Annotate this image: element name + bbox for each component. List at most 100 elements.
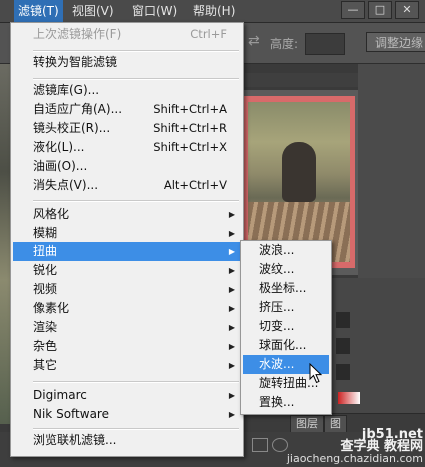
photo-image	[248, 102, 350, 262]
circle-icon[interactable]	[272, 438, 288, 452]
submenu-item-label: 波纹...	[259, 262, 295, 276]
submenu-arrow-icon: ▶	[228, 285, 235, 294]
menu-item-browse-online[interactable]: 浏览联机滤镜...	[13, 431, 241, 450]
window-controls: — □ ✕	[341, 1, 419, 19]
menu-item-other[interactable]: 其它 ▶	[13, 356, 241, 375]
menu-item-label: 浏览联机滤镜...	[33, 433, 117, 447]
watermark: jb51.net 查字典 教程网 jiaocheng.chazidian.com	[286, 428, 423, 465]
menu-item-liquify[interactable]: 液化(L)... Shift+Ctrl+X	[13, 138, 241, 157]
submenu-arrow-icon: ▶	[228, 266, 235, 275]
menu-separator	[33, 78, 239, 80]
submenu-item-ripple[interactable]: 波纹...	[243, 260, 329, 279]
menu-item-label: 自适应广角(A)...	[33, 102, 123, 116]
watermark-url: jiaocheng.chazidian.com	[286, 452, 423, 465]
submenu-item-shear[interactable]: 切变...	[243, 317, 329, 336]
menu-item-label: 扭曲	[33, 244, 58, 258]
menu-item-oil-paint[interactable]: 油画(O)...	[13, 157, 241, 176]
menu-item-label: 渲染	[33, 320, 58, 334]
submenu-arrow-icon: ▶	[228, 229, 235, 238]
menu-item-noise[interactable]: 杂色 ▶	[13, 337, 241, 356]
submenu-arrow-icon: ▶	[228, 410, 235, 419]
menu-item-label: 转换为智能滤镜	[33, 55, 118, 69]
menu-item-distort[interactable]: 扭曲 ▶	[13, 242, 241, 261]
menu-item-vanishing-point[interactable]: 消失点(V)... Alt+Ctrl+V	[13, 176, 241, 195]
menu-help[interactable]: 帮助(H)	[189, 0, 239, 22]
submenu-arrow-icon: ▶	[228, 304, 235, 313]
swap-icon[interactable]: ⇄	[248, 33, 260, 49]
menu-window[interactable]: 窗口(W)	[128, 0, 181, 22]
menu-item-label: 其它	[33, 358, 58, 372]
mouse-cursor-icon	[309, 363, 323, 384]
submenu-arrow-icon: ▶	[228, 361, 235, 370]
menu-bar: 滤镜(T) 视图(V) 窗口(W) 帮助(H) — □ ✕	[0, 0, 425, 23]
menu-item-label: Nik Software	[33, 407, 109, 421]
height-input[interactable]	[305, 33, 345, 55]
menu-item-label: 视频	[33, 282, 58, 296]
menu-item-label: 液化(L)...	[33, 140, 85, 154]
submenu-item-label: 置换...	[259, 395, 295, 409]
menu-item-shortcut: Alt+Ctrl+V	[163, 178, 227, 192]
minimize-button[interactable]: —	[341, 1, 365, 19]
menu-item-label: 消失点(V)...	[33, 178, 99, 192]
submenu-item-polar-coordinates[interactable]: 极坐标...	[243, 279, 329, 298]
submenu-arrow-icon: ▶	[228, 342, 235, 351]
menu-view[interactable]: 视图(V)	[68, 0, 118, 22]
menu-item-shortcut: Shift+Ctrl+R	[153, 121, 227, 135]
menu-item-label: Digimarc	[33, 388, 87, 402]
menu-item-render[interactable]: 渲染 ▶	[13, 318, 241, 337]
submenu-item-pinch[interactable]: 挤压...	[243, 298, 329, 317]
submenu-arrow-icon: ▶	[228, 391, 235, 400]
menu-item-label: 锐化	[33, 263, 58, 277]
submenu-item-label: 水波...	[259, 357, 295, 371]
menu-item-label: 镜头校正(R)...	[33, 121, 111, 135]
menu-separator	[33, 50, 239, 52]
menu-item-label: 油画(O)...	[33, 159, 88, 173]
menu-item-filter-gallery[interactable]: 滤镜库(G)...	[13, 81, 241, 100]
menu-item-last-filter[interactable]: 上次滤镜操作(F) Ctrl+F	[13, 25, 241, 44]
submenu-arrow-icon: ▶	[228, 210, 235, 219]
photo-person	[282, 142, 316, 202]
submenu-item-label: 切变...	[259, 319, 295, 333]
menu-item-label: 风格化	[33, 207, 70, 221]
submenu-item-spherize[interactable]: 球面化...	[243, 336, 329, 355]
submenu-item-label: 极坐标...	[259, 281, 307, 295]
height-label: 高度:	[270, 37, 299, 51]
filter-menu: 上次滤镜操作(F) Ctrl+F 转换为智能滤镜 滤镜库(G)... 自适应广角…	[10, 22, 244, 457]
menu-item-adaptive-wide-angle[interactable]: 自适应广角(A)... Shift+Ctrl+A	[13, 100, 241, 119]
menu-item-label: 上次滤镜操作(F)	[33, 27, 122, 41]
menu-item-pixelate[interactable]: 像素化 ▶	[13, 299, 241, 318]
menu-item-blur[interactable]: 模糊 ▶	[13, 224, 241, 243]
panel-input[interactable]	[336, 312, 350, 328]
distort-submenu: 波浪... 波纹... 极坐标... 挤压... 切变... 球面化... 水波…	[240, 240, 332, 415]
menu-item-label: 像素化	[33, 301, 70, 315]
menu-item-lens-correction[interactable]: 镜头校正(R)... Shift+Ctrl+R	[13, 119, 241, 138]
menu-filter[interactable]: 滤镜(T)	[14, 0, 63, 22]
panel-input[interactable]	[336, 364, 350, 380]
menu-item-convert-smart[interactable]: 转换为智能滤镜	[13, 53, 241, 72]
menu-item-stylize[interactable]: 风格化 ▶	[13, 205, 241, 224]
close-button[interactable]: ✕	[395, 1, 419, 19]
panel-input[interactable]	[336, 338, 350, 354]
submenu-item-label: 波浪...	[259, 243, 295, 257]
submenu-item-label: 球面化...	[259, 338, 307, 352]
submenu-arrow-icon: ▶	[228, 323, 235, 332]
menu-item-shortcut: Ctrl+F	[190, 27, 227, 41]
menu-separator	[33, 381, 239, 383]
menu-item-shortcut: Shift+Ctrl+X	[153, 140, 227, 154]
image-icon[interactable]	[252, 438, 268, 452]
color-swatch[interactable]	[338, 392, 360, 404]
menu-item-label: 滤镜库(G)...	[33, 83, 100, 97]
menu-item-sharpen[interactable]: 锐化 ▶	[13, 261, 241, 280]
menu-item-video[interactable]: 视频 ▶	[13, 280, 241, 299]
refine-edge-button[interactable]: 调整边缘	[366, 32, 425, 52]
submenu-item-wave[interactable]: 波浪...	[243, 241, 329, 260]
menu-item-shortcut: Shift+Ctrl+A	[153, 102, 227, 116]
submenu-item-label: 挤压...	[259, 300, 295, 314]
menu-item-nik-software[interactable]: Nik Software ▶	[13, 405, 241, 424]
submenu-arrow-icon: ▶	[228, 247, 235, 256]
menu-item-digimarc[interactable]: Digimarc ▶	[13, 386, 241, 405]
menu-separator	[33, 200, 239, 202]
maximize-button[interactable]: □	[368, 1, 392, 19]
submenu-item-displace[interactable]: 置换...	[243, 393, 329, 412]
menu-separator	[33, 428, 239, 430]
